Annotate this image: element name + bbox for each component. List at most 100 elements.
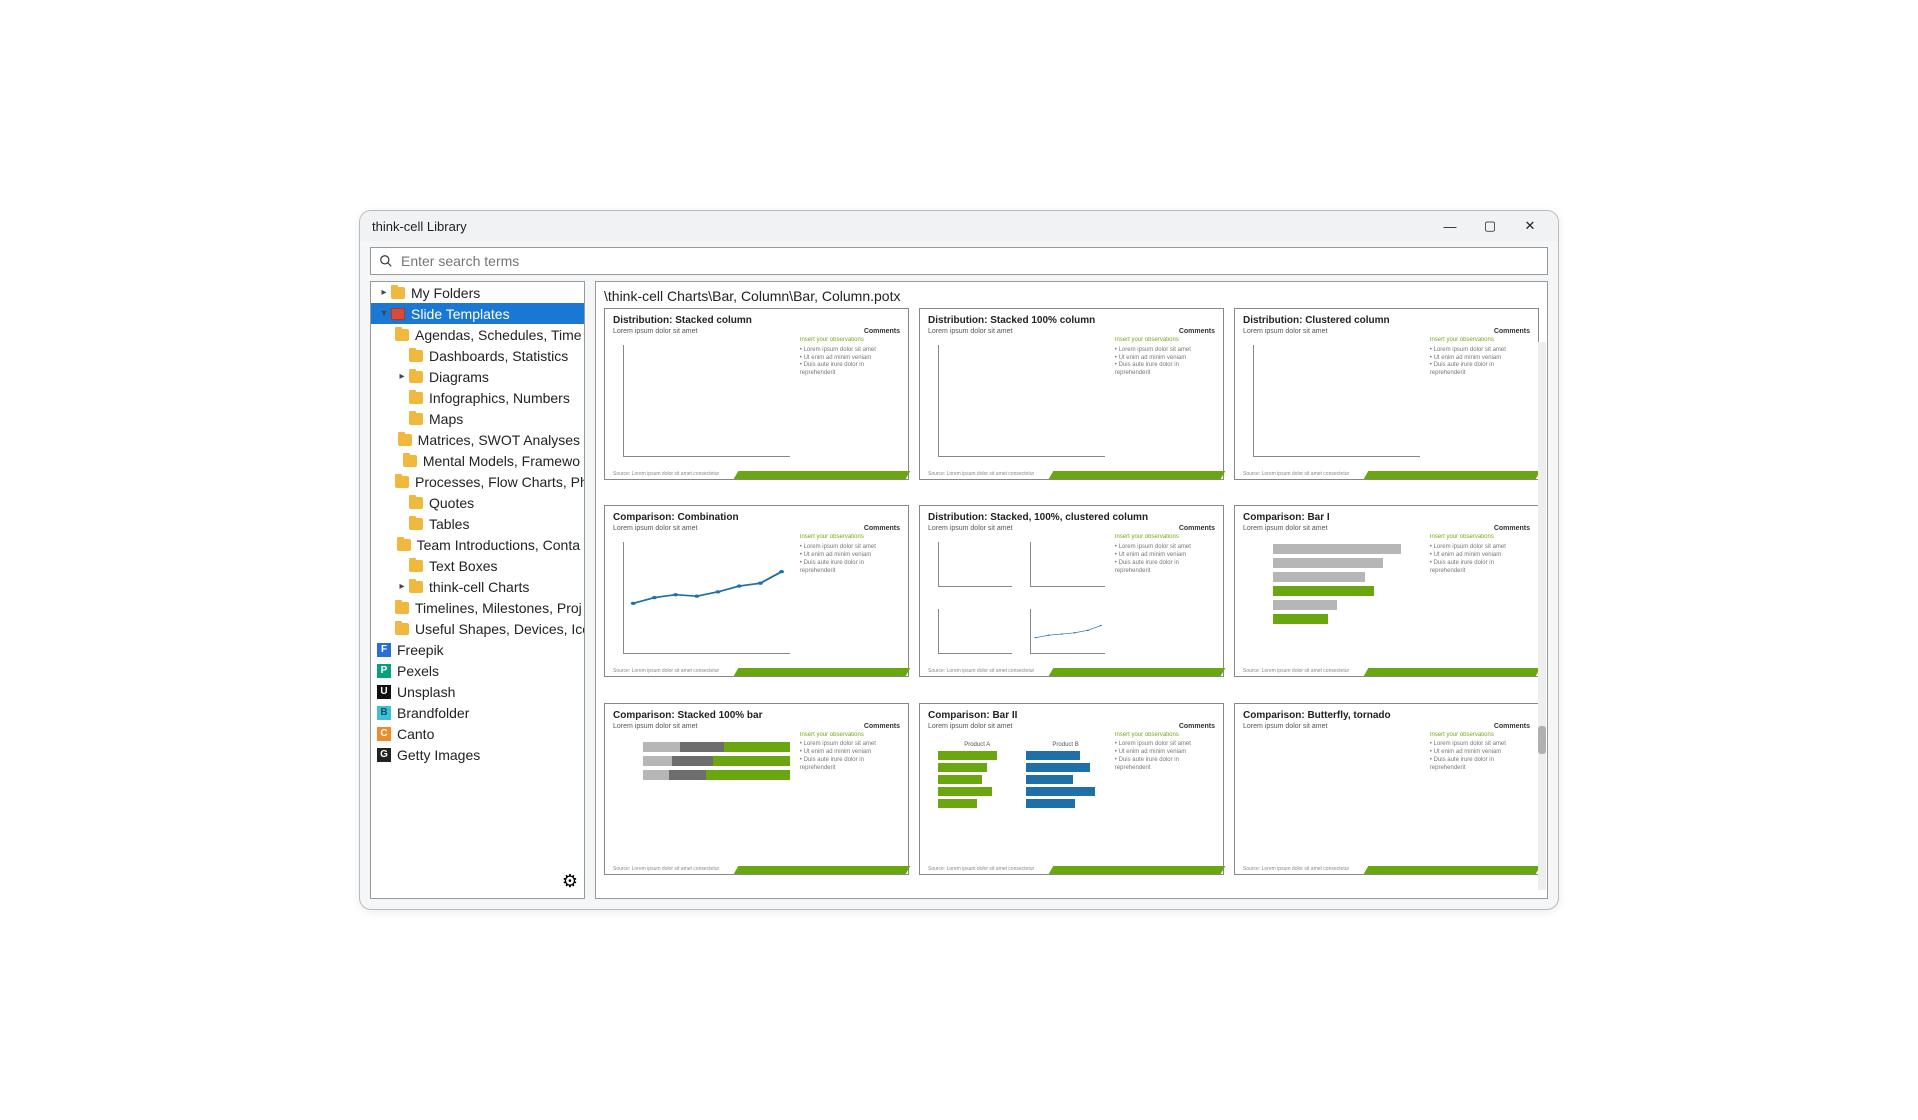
tree-item-label: Diagrams <box>429 369 489 385</box>
source-brandfolder[interactable]: BBrandfolder <box>371 702 584 723</box>
thumb-title: Comparison: Combination <box>613 512 900 523</box>
tree-item-label: Canto <box>397 726 434 742</box>
titlebar: think-cell Library — ▢ ✕ <box>360 211 1558 241</box>
thumb-chart <box>1243 337 1424 467</box>
tree-item-mental-models-framewo[interactable]: Mental Models, Framewo <box>371 450 584 471</box>
comment-heading: Insert your observations <box>800 534 900 542</box>
tree-item-team-introductions-conta[interactable]: Team Introductions, Conta <box>371 534 584 555</box>
thumb-subtitle: Lorem ipsum dolor sit amet <box>1243 723 1327 730</box>
thumb-chart <box>928 534 1109 664</box>
scrollbar[interactable] <box>1538 342 1546 890</box>
template-thumb[interactable]: Distribution: Stacked 100% column Lorem … <box>919 308 1224 480</box>
gear-icon[interactable]: ⚙ <box>562 871 578 891</box>
thumb-comments-label: Comments <box>1179 328 1215 335</box>
folder-icon <box>395 476 409 488</box>
tree-item-label: Getty Images <box>397 747 480 763</box>
tree-item-label: Matrices, SWOT Analyses <box>418 432 580 448</box>
comment-area: Insert your observations • Lorem ipsum d… <box>1115 732 1215 862</box>
minimize-button[interactable]: — <box>1430 219 1470 234</box>
template-thumb[interactable]: Distribution: Stacked, 100%, clustered c… <box>919 505 1224 677</box>
template-grid: Distribution: Stacked column Lorem ipsum… <box>596 308 1547 898</box>
tree-item-label: Team Introductions, Conta <box>417 537 580 553</box>
tree-item-matrices-swot-analyses[interactable]: Matrices, SWOT Analyses <box>371 429 584 450</box>
search-input[interactable] <box>401 253 1539 269</box>
folder-icon <box>395 329 409 341</box>
comment-area: Insert your observations • Lorem ipsum d… <box>1115 534 1215 664</box>
maximize-button[interactable]: ▢ <box>1470 218 1510 234</box>
folder-icon <box>409 518 423 530</box>
source-getty-images[interactable]: GGetty Images <box>371 744 584 765</box>
scrollbar-thumb[interactable] <box>1538 726 1546 754</box>
source-pexels[interactable]: PPexels <box>371 660 584 681</box>
chevron-right-icon: ▸ <box>395 371 409 382</box>
thumb-footer-text: Source: Lorem ipsum dolor sit amet conse… <box>613 471 719 477</box>
chevron-right-icon: ▸ <box>377 287 391 298</box>
thumb-title: Comparison: Stacked 100% bar <box>613 710 900 721</box>
thumb-footer-text: Source: Lorem ipsum dolor sit amet conse… <box>928 668 1034 674</box>
template-thumb[interactable]: Comparison: Butterfly, tornado Lorem ips… <box>1234 703 1539 875</box>
comment-heading: Insert your observations <box>1115 534 1215 542</box>
tree-item-label: Timelines, Milestones, Proj <box>415 600 582 616</box>
thumb-subtitle: Lorem ipsum dolor sit amet <box>1243 525 1327 532</box>
template-thumb[interactable]: Distribution: Stacked column Lorem ipsum… <box>604 308 909 480</box>
tree-item-infographics-numbers[interactable]: Infographics, Numbers <box>371 387 584 408</box>
folder-icon <box>409 560 423 572</box>
chevron-right-icon: ▸ <box>395 581 409 592</box>
tree-item-tables[interactable]: Tables <box>371 513 584 534</box>
thumb-subtitle: Lorem ipsum dolor sit amet <box>613 723 697 730</box>
template-thumb[interactable]: Comparison: Stacked 100% bar Lorem ipsum… <box>604 703 909 875</box>
thumb-title: Distribution: Clustered column <box>1243 315 1530 326</box>
thumb-footer-text: Source: Lorem ipsum dolor sit amet conse… <box>1243 668 1349 674</box>
folder-icon <box>397 539 411 551</box>
source-canto[interactable]: C Canto <box>371 723 584 744</box>
freepik-icon: F <box>377 643 391 657</box>
tree-item-timelines-milestones-proj[interactable]: Timelines, Milestones, Proj <box>371 597 584 618</box>
source-freepik[interactable]: F Freepik <box>371 639 584 660</box>
folder-icon <box>409 497 423 509</box>
folder-icon <box>403 455 417 467</box>
thumb-comments-label: Comments <box>864 328 900 335</box>
tree-item-diagrams[interactable]: ▸ Diagrams <box>371 366 584 387</box>
tree-item-think-cell-charts[interactable]: ▸think-cell Charts <box>371 576 584 597</box>
thumb-subtitle: Lorem ipsum dolor sit amet <box>928 525 1012 532</box>
tree-item-text-boxes[interactable]: Text Boxes <box>371 555 584 576</box>
thumb-subtitle: Lorem ipsum dolor sit amet <box>928 328 1012 335</box>
source-unsplash[interactable]: UUnsplash <box>371 681 584 702</box>
template-thumb[interactable]: Comparison: Bar II Lorem ipsum dolor sit… <box>919 703 1224 875</box>
folder-icon <box>409 581 423 593</box>
tree-item-agendas-schedules-time[interactable]: Agendas, Schedules, Time <box>371 324 584 345</box>
tree-item-label: Mental Models, Framewo <box>423 453 580 469</box>
tree-item-label: Freepik <box>397 642 444 658</box>
tree-item-label: Tables <box>429 516 469 532</box>
tree-item-dashboards-statistics[interactable]: Dashboards, Statistics <box>371 345 584 366</box>
thumb-chart <box>1243 534 1424 664</box>
thumb-comments-label: Comments <box>1494 723 1530 730</box>
close-button[interactable]: ✕ <box>1510 218 1550 234</box>
search-bar[interactable] <box>370 247 1548 275</box>
comment-heading: Insert your observations <box>800 337 900 345</box>
folder-icon <box>409 371 423 383</box>
tree-item-quotes[interactable]: Quotes <box>371 492 584 513</box>
template-thumb[interactable]: Distribution: Clustered column Lorem ips… <box>1234 308 1539 480</box>
thumb-footer-text: Source: Lorem ipsum dolor sit amet conse… <box>928 471 1034 477</box>
folder-icon <box>398 434 412 446</box>
comment-heading: Insert your observations <box>1115 337 1215 345</box>
tree-item-processes-flow-charts-ph[interactable]: Processes, Flow Charts, Ph <box>371 471 584 492</box>
tree-item-maps[interactable]: Maps <box>371 408 584 429</box>
chevron-down-icon: ▾ <box>377 308 391 319</box>
folder-icon <box>391 287 405 299</box>
comment-area: Insert your observations • Lorem ipsum d… <box>800 534 900 664</box>
brandfolder-icon: B <box>377 706 391 720</box>
thumb-title: Distribution: Stacked column <box>613 315 900 326</box>
tree-item-label: Slide Templates <box>411 306 510 322</box>
tree-item-slide-templates[interactable]: ▾ Slide Templates <box>371 303 584 324</box>
tree-item-label: Processes, Flow Charts, Ph <box>415 474 584 490</box>
folder-icon <box>409 392 423 404</box>
tree-item-my-folders[interactable]: ▸My Folders <box>371 282 584 303</box>
thumb-footer-text: Source: Lorem ipsum dolor sit amet conse… <box>613 668 719 674</box>
comment-heading: Insert your observations <box>800 732 900 740</box>
template-thumb[interactable]: Comparison: Bar I Lorem ipsum dolor sit … <box>1234 505 1539 677</box>
canto-icon: C <box>377 727 391 741</box>
tree-item-useful-shapes-devices-ico[interactable]: Useful Shapes, Devices, Ico <box>371 618 584 639</box>
template-thumb[interactable]: Comparison: Combination Lorem ipsum dolo… <box>604 505 909 677</box>
